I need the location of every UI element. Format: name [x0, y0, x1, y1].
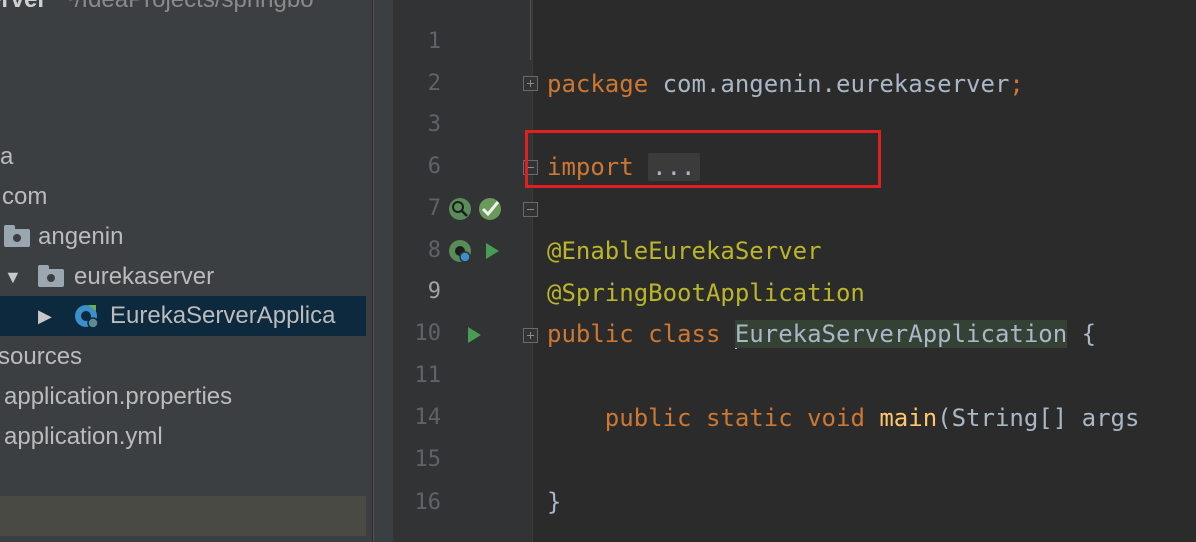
code-line: 1 package com.angenin.eurekaserver; [393, 0, 1196, 98]
closing-brace: } [547, 488, 562, 516]
spring-config-check-icon[interactable] [478, 197, 502, 221]
spring-boot-class-icon [75, 305, 99, 329]
code-line: 15 } [393, 397, 1196, 516]
code-line: 3 import ... [393, 62, 1196, 181]
code-editor[interactable]: 1 package com.angenin.eurekaserver; 2 3 … [393, 0, 1196, 542]
panel-splitter[interactable] [372, 0, 393, 542]
project-header: erver ~/IdeaProjects/springbo [0, 0, 314, 16]
tree-item-com[interactable]: com [0, 177, 372, 217]
tree-item-application-yml[interactable]: application.yml [0, 417, 372, 457]
code-line: 14 [393, 355, 1196, 430]
code-line: 7 @EnableEurekaServer [393, 146, 1196, 265]
tree-item-eureka-server-application[interactable]: ▶ EurekaServerApplica [0, 296, 366, 336]
fold-guide [530, 0, 531, 60]
tree-item-label: com [2, 183, 48, 210]
expand-fold-icon[interactable] [523, 328, 538, 343]
line-number: 16 [414, 490, 442, 515]
collapse-fold-icon[interactable] [523, 160, 538, 175]
tree-item-java[interactable]: a [0, 137, 372, 177]
code-line: 10 [393, 271, 1196, 346]
expand-arrow-icon[interactable]: ▼ [4, 257, 22, 297]
expand-fold-icon[interactable] [523, 76, 538, 91]
project-tool-window: erver ~/IdeaProjects/springbo a com angen… [0, 0, 372, 542]
tree-item-label: angenin [38, 223, 124, 250]
tree-item-label: eurekaserver [74, 263, 215, 290]
spring-bean-icon[interactable] [448, 239, 472, 263]
tree-item-label: a [0, 143, 14, 170]
tree-item-resources[interactable]: sources [0, 337, 372, 377]
spring-bean-search-icon[interactable] [448, 197, 472, 221]
tree-item-label: sources [0, 343, 83, 370]
collapse-arrow-icon[interactable]: ▶ [38, 296, 52, 336]
tree-item-eurekaserver[interactable]: ▼ eurekaserver [0, 257, 372, 297]
tree-item-label: application.yml [4, 423, 163, 450]
package-folder-icon [38, 265, 64, 287]
tree-item-label: EurekaServerApplica [110, 302, 336, 329]
tree-item-application-properties[interactable]: application.properties [0, 377, 372, 417]
code-line: 16 [393, 440, 1196, 515]
code-line: 8 @SpringBootApplication [393, 188, 1196, 307]
run-main-icon[interactable] [468, 327, 481, 343]
code-line: 11 public static void main(String[] args [393, 313, 1196, 432]
project-name: erver [0, 0, 47, 13]
run-class-icon[interactable] [486, 243, 499, 259]
tree-item-angenin[interactable]: angenin [0, 217, 372, 257]
package-folder-icon [4, 225, 30, 247]
code-line: 6 [393, 104, 1196, 179]
sidebar-status-strip [0, 496, 366, 536]
code-line: 9 public class EurekaServerApplication { [393, 229, 1196, 349]
code-line: 2 [393, 21, 1196, 96]
project-path: ~/IdeaProjects/springbo [61, 0, 314, 13]
tree-item-label: application.properties [4, 383, 233, 410]
fold-marker-icon[interactable] [523, 202, 538, 217]
